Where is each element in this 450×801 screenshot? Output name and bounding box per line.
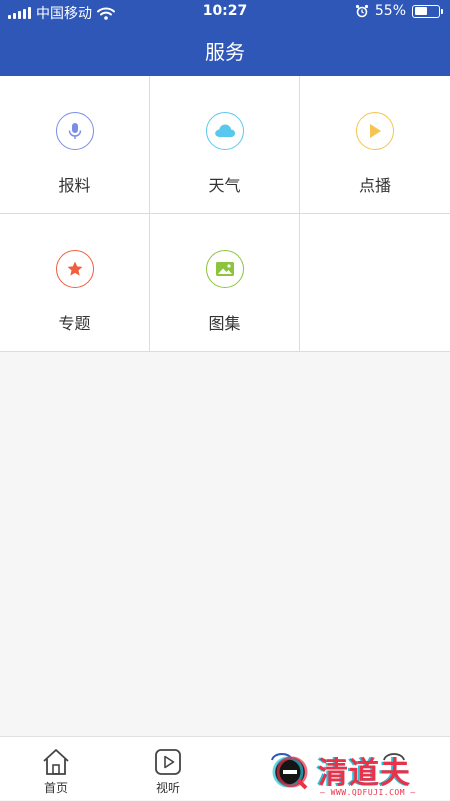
service-label: 报料: [58, 176, 91, 195]
alarm-icon: [355, 4, 368, 18]
status-left: 中国移动: [8, 3, 115, 23]
service-label: 图集: [208, 314, 241, 333]
service-label: 天气: [208, 176, 241, 195]
carrier-label: 中国移动: [36, 6, 92, 22]
watermark-q-icon: [272, 756, 308, 790]
services-grid: 报料 天气 点播 专题 图集: [0, 76, 450, 352]
status-right: 55%: [355, 3, 443, 19]
service-item-weather[interactable]: 天气: [150, 76, 300, 214]
tab-av[interactable]: 视听: [112, 737, 224, 801]
tab-label: 首页: [43, 781, 68, 795]
tab-home[interactable]: 首页: [0, 737, 112, 801]
service-label: 点播: [358, 176, 391, 195]
nav-bar: 服务: [0, 24, 450, 76]
watermark-subtext: — WWW.QDFUJI.COM —: [320, 788, 416, 797]
home-icon: [43, 749, 69, 775]
battery-icon: [412, 4, 443, 18]
service-item-report[interactable]: 报料: [0, 76, 150, 214]
tab-label: 视听: [155, 781, 180, 795]
wifi-icon: [97, 7, 115, 20]
service-item-topics[interactable]: 专题: [0, 214, 150, 352]
play-box-icon: [155, 749, 181, 775]
watermark-logo: 清道夫 — WWW.QDFUJI.COM —: [268, 748, 450, 800]
battery-percent: 55%: [374, 3, 406, 19]
microphone-icon: [55, 112, 94, 150]
page-title: 服务: [205, 39, 245, 64]
service-item-vod[interactable]: 点播: [300, 76, 450, 214]
battery-fill: [414, 7, 427, 15]
empty-cell: [300, 214, 450, 352]
cloud-icon: [205, 112, 244, 150]
service-item-gallery[interactable]: 图集: [150, 214, 300, 352]
play-icon: [356, 112, 394, 150]
service-label: 专题: [58, 314, 91, 333]
status-bar: 中国移动 10:27 55%: [0, 0, 450, 24]
star-icon: [55, 250, 94, 288]
image-icon: [205, 250, 244, 288]
signal-icon: [8, 7, 31, 19]
content-area: [0, 352, 450, 736]
watermark-text: 清道夫: [318, 756, 411, 791]
